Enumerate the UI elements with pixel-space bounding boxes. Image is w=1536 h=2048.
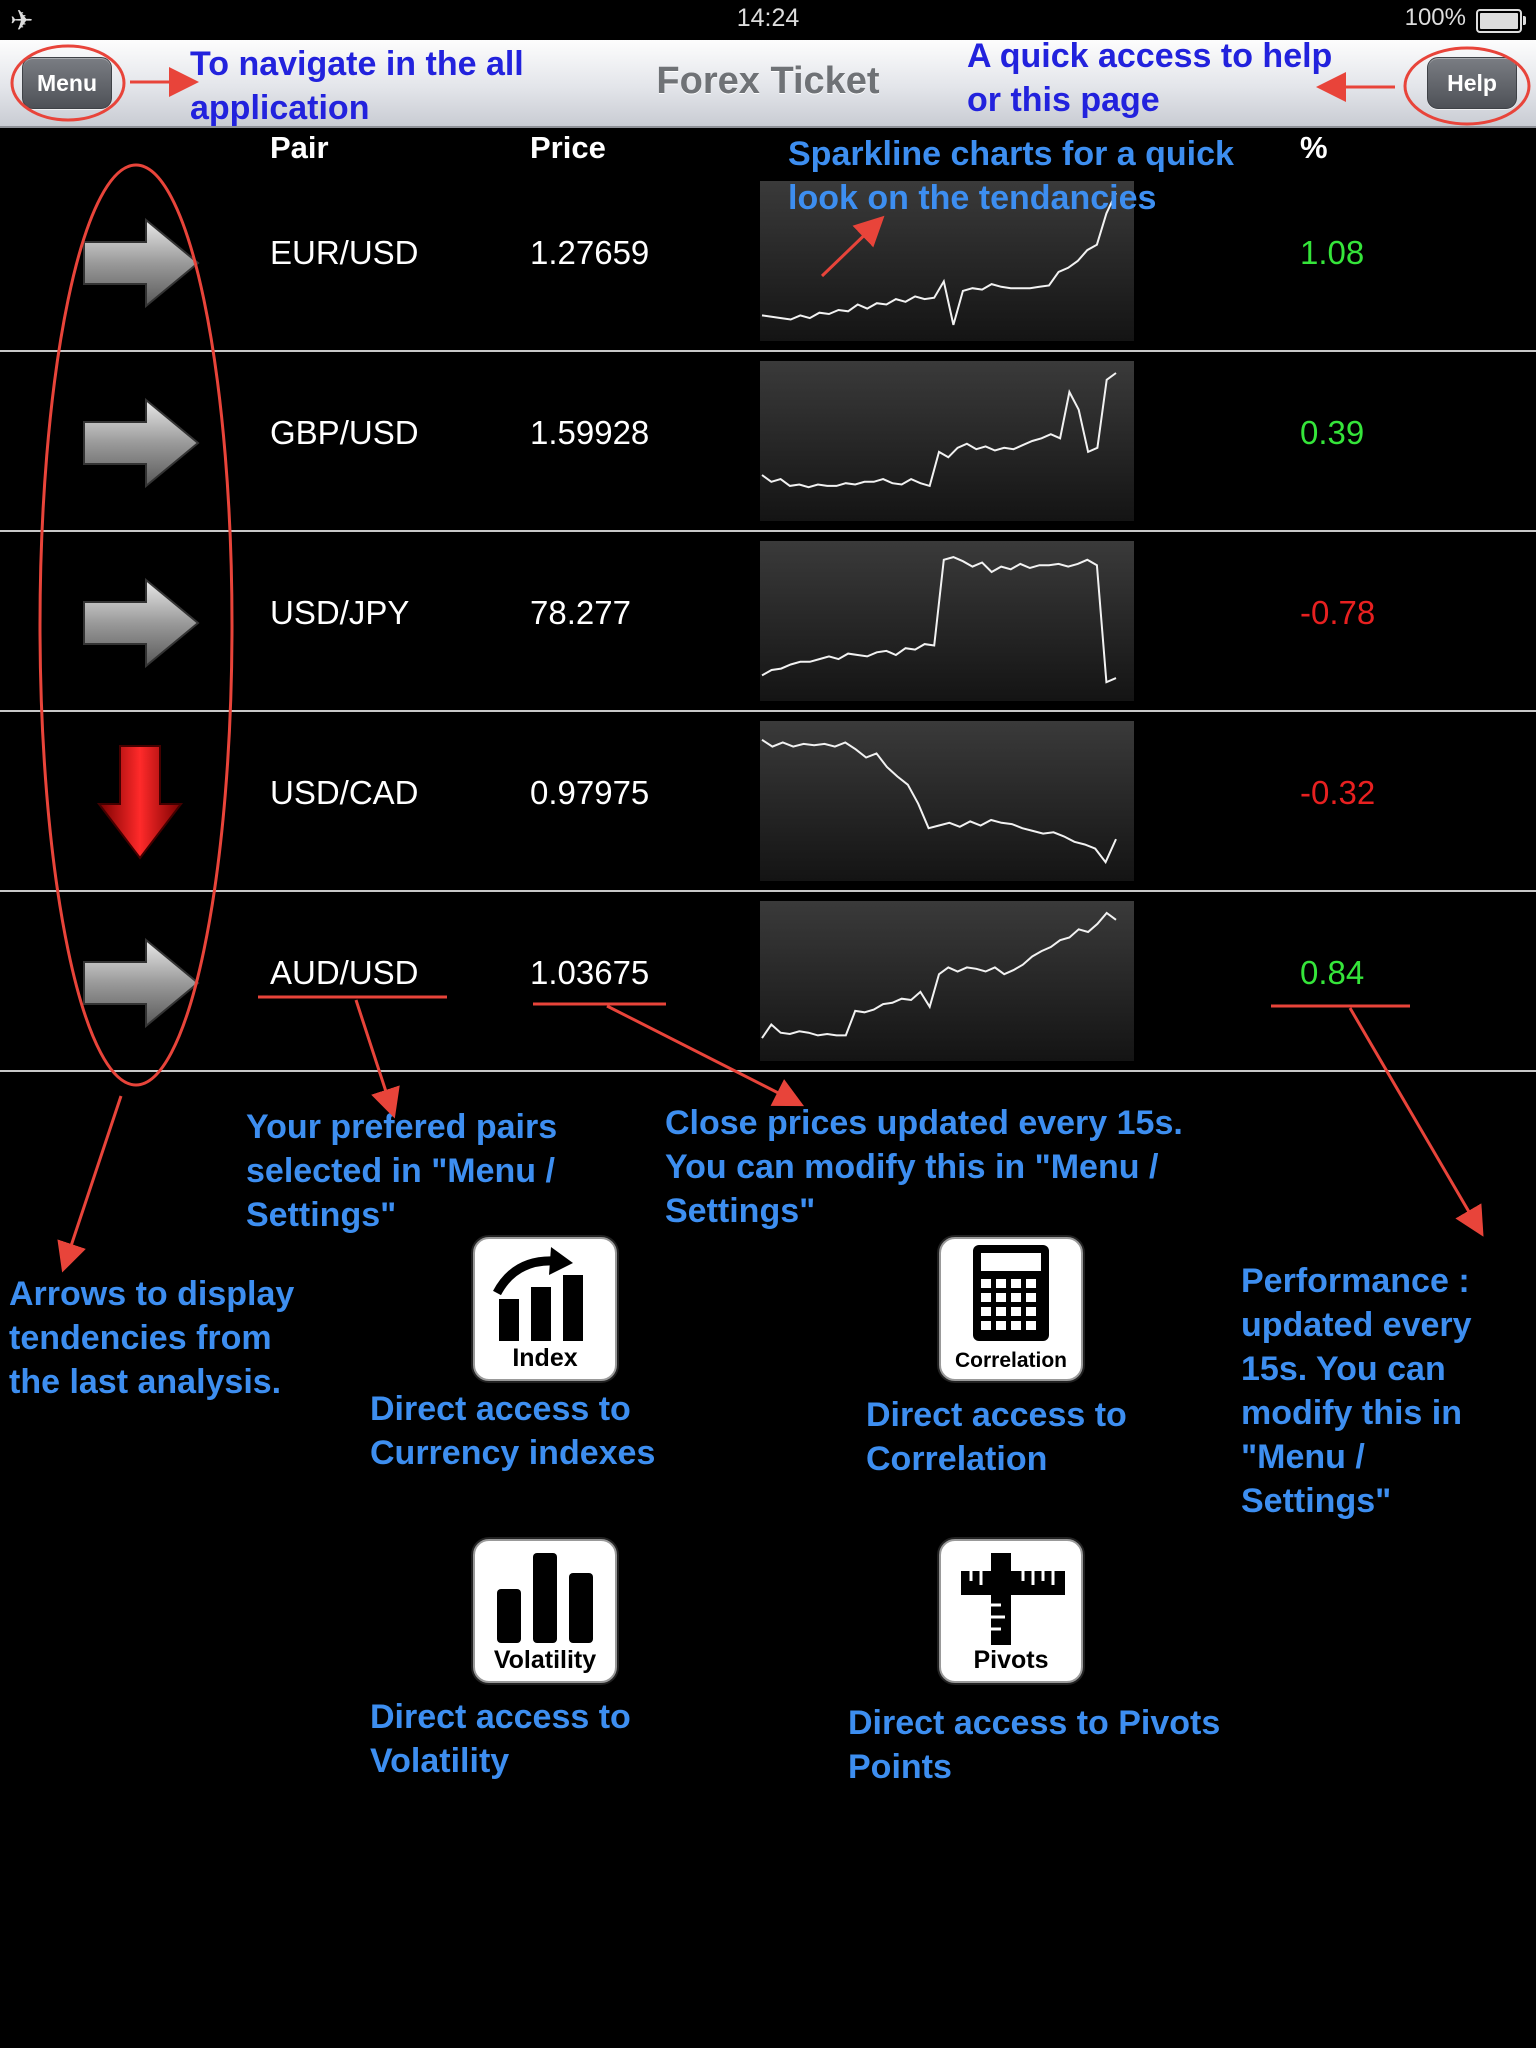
pair-performance: 0.84 — [1300, 954, 1365, 991]
pair-performance: -0.32 — [1300, 774, 1376, 811]
annotation-line: Direct access to — [866, 1396, 1127, 1434]
trend-flat-arrow-icon — [82, 397, 202, 493]
battery-icon — [1476, 9, 1526, 33]
pivots-annotation: Direct access to Pivots Points — [848, 1701, 1220, 1789]
sparkline-chart — [760, 721, 1134, 881]
sparkline-series — [761, 372, 1117, 489]
annotation-line: Currency indexes — [370, 1434, 656, 1472]
correlation-tile-button[interactable]: Correlation — [939, 1237, 1083, 1381]
sparkline-series — [761, 911, 1117, 1039]
pair-name: GBP/USD — [270, 414, 419, 451]
sparkline-chart — [760, 541, 1134, 701]
pair-name: AUD/USD — [270, 954, 419, 991]
arrows-pointer-arrow — [57, 1095, 123, 1273]
pivots-tile-button[interactable]: Pivots — [939, 1539, 1083, 1683]
pair-name: USD/JPY — [270, 594, 410, 631]
table-row[interactable]: USD/JPY 78.277 -0.78 — [0, 530, 1536, 712]
performance-annotation: Performance : updated every 15s. You can… — [1241, 1259, 1472, 1523]
annotation-line: "Menu / — [1241, 1438, 1365, 1476]
pair-price: 1.03675 — [530, 954, 650, 991]
battery-percent: 100% — [1404, 4, 1466, 31]
volatility-bars-icon — [497, 1553, 593, 1643]
annotation-line: To navigate in the all — [190, 45, 524, 83]
sparkline-series — [761, 738, 1117, 865]
prices-annotation: Close prices updated every 15s. You can … — [665, 1101, 1183, 1233]
annotation-line: Points — [848, 1748, 952, 1786]
trend-flat-arrow-icon — [82, 217, 202, 313]
annotation-line: Settings" — [246, 1196, 397, 1234]
calculator-icon — [973, 1245, 1049, 1341]
annotation-line: Settings" — [665, 1192, 816, 1230]
annotation-line: Arrows to display — [9, 1275, 295, 1313]
annotation-line: Your prefered pairs — [246, 1108, 558, 1146]
pair-price: 1.59928 — [530, 414, 650, 451]
correlation-annotation: Direct access to Correlation — [866, 1393, 1127, 1481]
annotation-line: Performance : — [1241, 1262, 1470, 1300]
ruler-icon — [961, 1553, 1065, 1645]
annotation-line: Settings" — [1241, 1482, 1392, 1520]
annotation-line: You can modify this in "Menu / — [665, 1148, 1159, 1186]
annotation-line: Close prices updated every 15s. — [665, 1104, 1183, 1142]
volatility-annotation: Direct access to Volatility — [370, 1695, 631, 1783]
header-percent: % — [1300, 130, 1328, 165]
trend-flat-arrow-icon — [82, 937, 202, 1033]
status-bar: ✈ 14:24 100% — [0, 0, 1536, 38]
volatility-tile-button[interactable]: Volatility — [473, 1539, 617, 1683]
table-row[interactable]: EUR/USD 1.27659 1.08 — [0, 170, 1536, 352]
pair-price: 1.27659 — [530, 234, 650, 271]
annotation-line: Direct access to — [370, 1698, 631, 1736]
pivots-tile-label: Pivots — [973, 1646, 1049, 1674]
annotation-line: modify this in — [1241, 1394, 1462, 1432]
annotation-line: 15s. You can — [1241, 1350, 1446, 1388]
menu-annotation: To navigate in the all application — [190, 42, 524, 130]
trend-down-arrow-icon — [95, 742, 185, 867]
annotation-line: look on the tendancies — [788, 179, 1157, 217]
table-row[interactable]: AUD/USD 1.03675 0.84 — [0, 890, 1536, 1072]
arrows-annotation: Arrows to display tendencies from the la… — [9, 1272, 294, 1404]
correlation-tile-label: Correlation — [954, 1349, 1067, 1372]
sparkline-annotation: Sparkline charts for a quick look on the… — [788, 132, 1234, 220]
annotation-line: Volatility — [370, 1742, 510, 1780]
header-pair: Pair — [270, 130, 329, 165]
trend-flat-arrow-icon — [82, 577, 202, 673]
sparkline-chart — [760, 361, 1134, 521]
pair-price: 0.97975 — [530, 774, 650, 811]
pair-name: USD/CAD — [270, 774, 419, 811]
annotation-line: Correlation — [866, 1440, 1048, 1478]
header-price: Price — [530, 130, 606, 165]
pair-performance: 1.08 — [1300, 234, 1365, 271]
annotation-line: Direct access to — [370, 1390, 631, 1428]
index-icon — [493, 1247, 583, 1341]
index-tile-label: Index — [512, 1344, 578, 1372]
sparkline-series — [761, 556, 1117, 684]
sparkline-chart — [760, 901, 1134, 1061]
help-button[interactable]: Help — [1427, 57, 1517, 109]
annotation-line: Direct access to Pivots — [848, 1704, 1221, 1742]
annotation-line: tendencies from — [9, 1319, 272, 1357]
annotation-line: updated every — [1241, 1306, 1472, 1344]
pair-price: 78.277 — [530, 594, 631, 631]
pair-performance: -0.78 — [1300, 594, 1376, 631]
volatility-tile-label: Volatility — [493, 1646, 597, 1674]
annotation-line: A quick access to help — [967, 37, 1333, 75]
annotation-line: Sparkline charts for a quick — [788, 135, 1234, 173]
pairs-annotation: Your prefered pairs selected in "Menu / … — [246, 1105, 557, 1237]
pair-name: EUR/USD — [270, 234, 419, 271]
status-time: 14:24 — [736, 4, 800, 32]
annotation-line: or this page — [967, 81, 1160, 119]
table-row[interactable]: USD/CAD 0.97975 -0.32 — [0, 710, 1536, 892]
index-annotation: Direct access to Currency indexes — [370, 1387, 655, 1475]
annotation-line: selected in "Menu / — [246, 1152, 555, 1190]
pair-performance: 0.39 — [1300, 414, 1365, 451]
help-annotation: A quick access to help or this page — [967, 34, 1332, 122]
index-tile-button[interactable]: Index — [473, 1237, 617, 1381]
annotation-line: application — [190, 89, 370, 127]
table-row[interactable]: GBP/USD 1.59928 0.39 — [0, 350, 1536, 532]
annotation-line: the last analysis. — [9, 1363, 282, 1401]
